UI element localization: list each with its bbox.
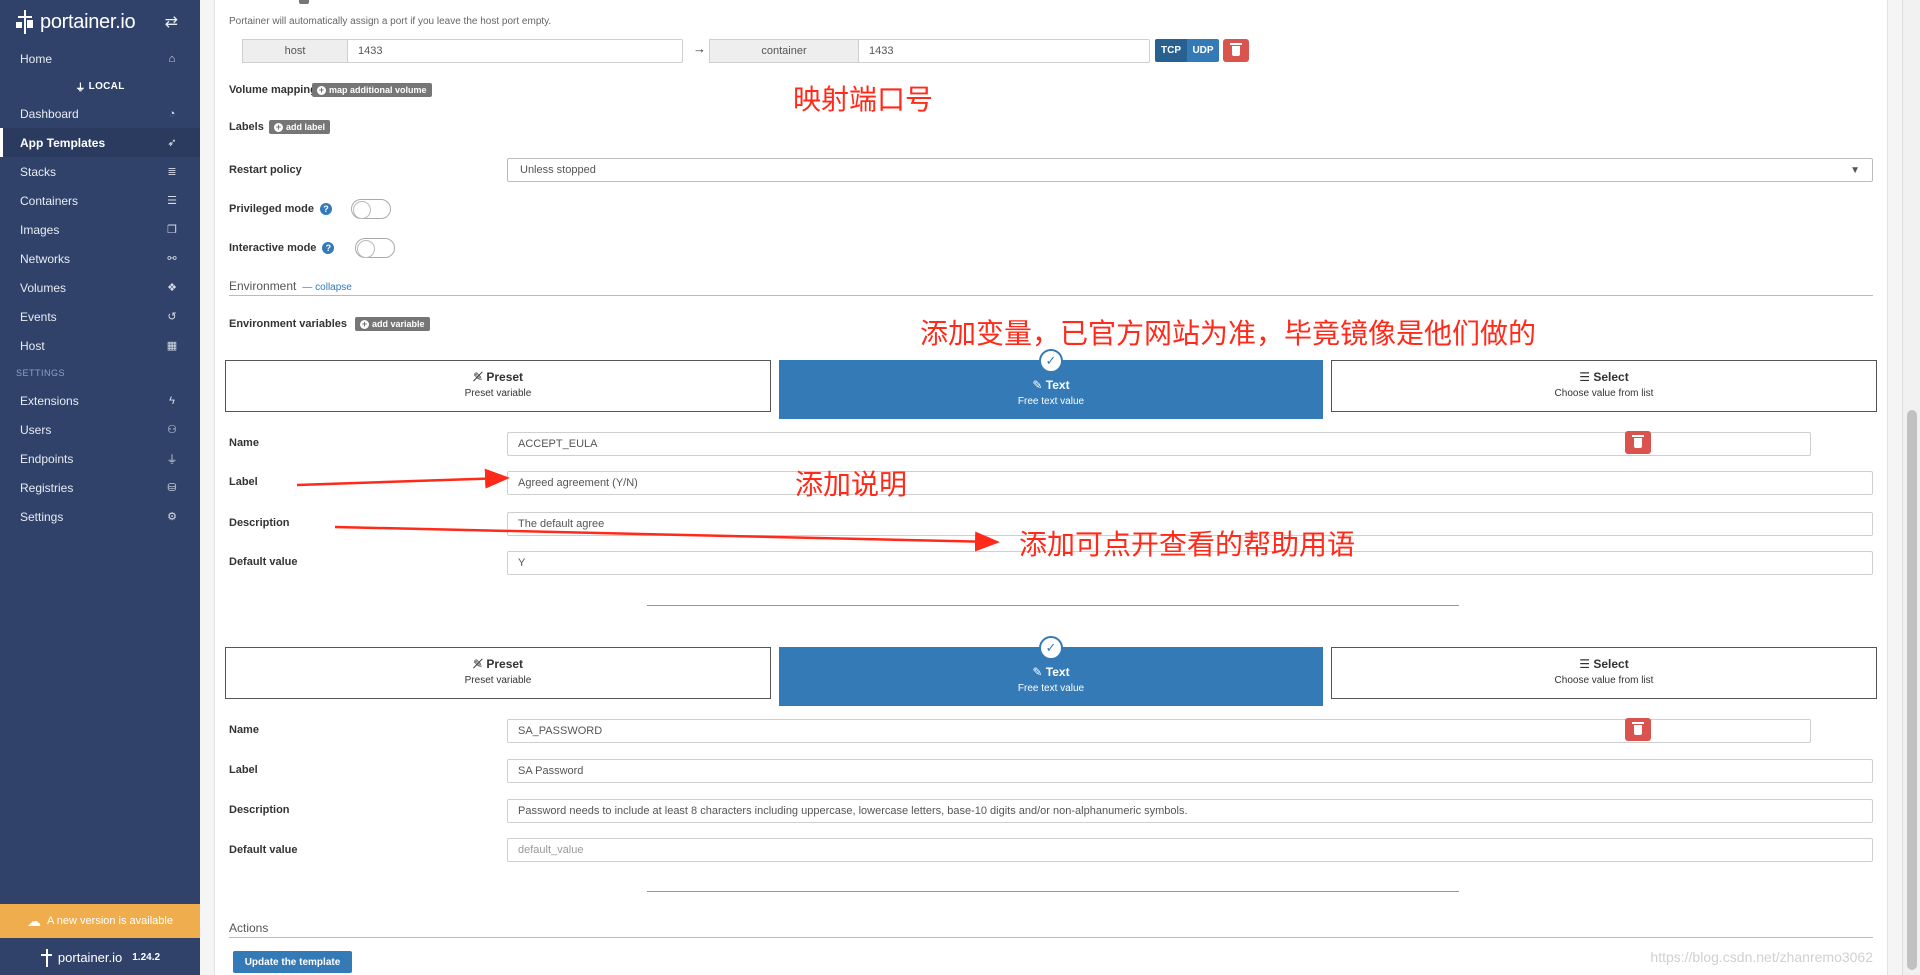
sidebar-header: portainer.io ⇄ [0, 0, 200, 44]
type-select-option-2[interactable]: ☰ Select Choose value from list [1331, 647, 1877, 699]
sidebar-item-label: Networks [20, 251, 71, 266]
update-template-button[interactable]: Update the template [233, 951, 352, 973]
var2-default-label: Default value [229, 844, 298, 856]
type-preset-option-2[interactable]: ✎̸ Preset Preset variable [225, 647, 771, 699]
type-select-option[interactable]: ☰ Select Choose value from list [1331, 360, 1877, 412]
csdn-watermark: https://blog.csdn.net/zhanremo3062 [1650, 949, 1873, 965]
sidebar-item-label: Endpoints [20, 451, 74, 466]
sidebar-item-label: Host [20, 338, 45, 353]
footer-version: 1.24.2 [132, 952, 161, 963]
var2-label-input[interactable]: SA Password [507, 759, 1873, 783]
sidebar-item-label: Users [20, 422, 52, 437]
arrow-to-description [334, 525, 1000, 552]
sidebar-item-endpoints[interactable]: Endpoints ⏚ [0, 444, 200, 473]
cloud-download-icon: ☁ [27, 912, 42, 929]
sidebar-item-images[interactable]: Images ❐ [0, 215, 200, 244]
sidebar-item-label: Events [20, 309, 57, 324]
plug-icon: ⏚ [166, 453, 178, 466]
page-scrollbar[interactable] [1902, 0, 1920, 975]
settings-section-title: SETTINGS [16, 368, 66, 378]
dashboard-icon: ◔ [168, 107, 176, 120]
arrow-to-label [296, 468, 510, 489]
var2-default-input[interactable]: default_value [507, 838, 1873, 862]
logo-text: portainer.io [40, 10, 136, 33]
sidebar-toggle-icon[interactable]: ⇄ [165, 12, 178, 32]
sidebar-item-events[interactable]: Events ↺ [0, 302, 200, 331]
actions-section-title: Actions [229, 921, 269, 935]
main-content: Portainer will automatically assign a po… [200, 0, 1902, 975]
footer-logo-text: portainer.io [57, 950, 123, 965]
sitemap-icon: ⚯ [167, 253, 177, 265]
type-text-option-2[interactable]: ✓ ✎ Text Free text value [779, 636, 1323, 706]
portainer-logo[interactable]: portainer.io [16, 8, 136, 36]
list-icon: ☰ [1579, 370, 1594, 384]
sidebar-item-label: Registries [20, 480, 74, 495]
endpoint-local: ⏚ LOCAL [75, 80, 125, 94]
sidebar-item-label: App Templates [20, 135, 106, 150]
magic-icon: ✎̸ [472, 657, 487, 671]
server-icon: ☰ [167, 195, 177, 207]
plug-icon: ⏚ [75, 82, 86, 94]
var2-description-input[interactable]: Password needs to include at least 8 cha… [507, 799, 1873, 823]
var2-label-label: Label [229, 764, 258, 776]
edit-icon: ✎ [1032, 665, 1046, 679]
sidebar-item-label: Settings [20, 509, 64, 524]
var-divider-1 [647, 605, 1459, 606]
actions-divider [229, 937, 1873, 938]
sidebar-item-users[interactable]: Users ⚇ [0, 415, 200, 444]
template-form-panel: Portainer will automatically assign a po… [214, 0, 1888, 975]
portainer-footer-icon [40, 948, 54, 968]
list-icon: ☰ [1579, 657, 1594, 671]
update-banner-text: A new version is available [47, 915, 173, 927]
sidebar: portainer.io ⇄ Home ⌂ ⏚ LOCAL Dashboard ◔ Ap… [0, 0, 200, 975]
trash-icon [1632, 434, 1644, 448]
sidebar-item-label: Extensions [20, 393, 79, 408]
sidebar-item-registries[interactable]: Registries ⛁ [0, 473, 200, 502]
sidebar-item-label: Dashboard [20, 106, 79, 121]
home-icon: ⌂ [168, 52, 176, 65]
database-icon: ⛁ [167, 482, 177, 494]
sidebar-item-networks[interactable]: Networks ⚯ [0, 244, 200, 273]
trash-icon [1632, 721, 1644, 735]
bolt-icon: ϟ [169, 394, 175, 407]
sidebar-item-label: Images [20, 222, 60, 237]
sidebar-item-label: Stacks [20, 164, 57, 179]
sidebar-item-extensions[interactable]: Extensions ϟ [0, 386, 200, 415]
clone-icon: ❐ [167, 224, 177, 236]
remove-port-button[interactable] [1223, 39, 1249, 62]
var2-name-label: Name [229, 724, 259, 736]
sidebar-item-host[interactable]: Host ▦ [0, 331, 200, 360]
var2-description-label: Description [229, 804, 290, 816]
sidebar-item-label: Home [20, 51, 53, 66]
annotation-arrows [296, 468, 1000, 552]
sidebar-item-label: Containers [20, 193, 79, 208]
cogs-icon: ⚙ [167, 511, 177, 523]
update-banner[interactable]: ☁ A new version is available [0, 904, 200, 938]
sidebar-item-volumes[interactable]: Volumes ❖ [0, 273, 200, 302]
rocket-icon: ➶ [167, 137, 177, 149]
history-icon: ↺ [167, 311, 177, 323]
sidebar-item-settings[interactable]: Settings ⚙ [0, 502, 200, 531]
list-icon: ≣ [167, 166, 177, 178]
scrollbar-thumb[interactable] [1907, 410, 1917, 970]
th-icon: ▦ [166, 340, 178, 352]
sidebar-item-home[interactable]: Home ⌂ [0, 44, 200, 73]
trash-icon [1230, 42, 1242, 56]
sidebar-footer: portainer.io 1.24.2 [0, 940, 200, 975]
users-icon: ⚇ [167, 424, 177, 436]
remove-var2-button[interactable] [1625, 718, 1651, 741]
sidebar-item-containers[interactable]: Containers ☰ [0, 186, 200, 215]
sidebar-item-dashboard[interactable]: Dashboard ◔ [0, 99, 200, 128]
sidebar-item-label: Volumes [20, 280, 67, 295]
cubes-icon: ❖ [167, 282, 177, 294]
var-divider-2 [647, 891, 1459, 892]
check-icon: ✓ [1039, 636, 1063, 660]
remove-var1-button[interactable] [1625, 431, 1651, 454]
chevron-down-icon: ▼ [1850, 164, 1860, 176]
var2-name-input[interactable]: SA_PASSWORD [507, 719, 1811, 743]
portainer-logo-icon [16, 8, 36, 36]
sidebar-item-stacks[interactable]: Stacks ≣ [0, 157, 200, 186]
sidebar-item-app-templates[interactable]: App Templates ➶ [0, 128, 200, 157]
